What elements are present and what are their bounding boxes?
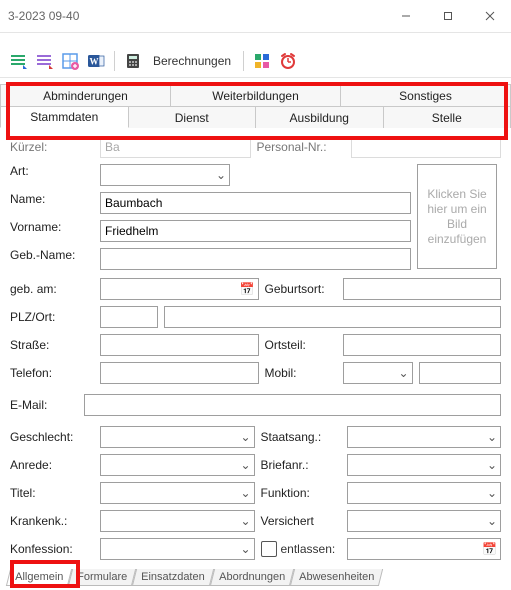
toolbar-separator [243, 51, 244, 71]
title-bar: 3-2023 09-40 [0, 0, 511, 33]
chevron-down-icon: ⌄ [240, 542, 250, 556]
label-telefon: Telefon: [10, 366, 90, 380]
chevron-down-icon: ⌄ [240, 514, 250, 528]
calendar-icon: 📅 [482, 542, 497, 556]
input-mobil[interactable] [419, 362, 502, 384]
minimize-button[interactable] [385, 0, 427, 32]
input-geburtsort[interactable] [343, 278, 502, 300]
tab-stammdaten[interactable]: Stammdaten [0, 106, 129, 128]
label-strasse: Straße: [10, 338, 90, 352]
label-krankenk: Krankenk.: [10, 514, 90, 528]
tiles-icon[interactable] [252, 51, 272, 71]
label-versichert: Versichert [261, 514, 341, 528]
tab-abminderungen[interactable]: Abminderungen [0, 84, 171, 106]
checkbox-icon [261, 541, 277, 557]
date-entlassen[interactable]: 📅 [347, 538, 502, 560]
label-anrede: Anrede: [10, 458, 90, 472]
tab-stelle[interactable]: Stelle [383, 106, 511, 128]
btab-formulare[interactable]: Formulare [68, 569, 136, 586]
tab-dienst[interactable]: Dienst [128, 106, 257, 128]
calc-button-label[interactable]: Berechnungen [149, 54, 235, 68]
window-controls [385, 0, 511, 32]
chevron-down-icon: ⌄ [487, 514, 497, 528]
upper-tabs: Abminderungen Weiterbildungen Sonstiges … [0, 78, 511, 128]
input-name[interactable] [100, 192, 411, 214]
chevron-down-icon: ⌄ [216, 168, 226, 182]
label-staatsang: Staatsang.: [261, 430, 341, 444]
list1-icon[interactable] [8, 51, 28, 71]
label-gebname: Geb.-Name: [10, 248, 90, 262]
input-vorname[interactable] [100, 220, 411, 242]
label-gebam: geb. am: [10, 282, 90, 296]
list2-icon[interactable] [34, 51, 54, 71]
label-name: Name: [10, 192, 90, 206]
btab-einsatzdaten[interactable]: Einsatzdaten [132, 569, 214, 586]
label-titel: Titel: [10, 486, 90, 500]
window-title: 3-2023 09-40 [8, 9, 79, 23]
input-email[interactable] [84, 394, 501, 416]
bottom-tabs: Allgemein Formulare Einsatzdaten Abordnu… [8, 566, 381, 586]
label-geburtsort: Geburtsort: [265, 282, 345, 296]
chevron-down-icon: ⌄ [487, 430, 497, 444]
tab-sonstiges[interactable]: Sonstiges [340, 84, 511, 106]
chevron-down-icon: ⌄ [240, 486, 250, 500]
calendar-icon: 📅 [240, 282, 255, 296]
combo-versichert[interactable]: ⌄ [347, 510, 502, 532]
label-funktion: Funktion: [261, 486, 341, 500]
alarm-icon[interactable] [278, 51, 298, 71]
btab-abordnungen[interactable]: Abordnungen [210, 569, 294, 586]
chevron-down-icon: ⌄ [240, 430, 250, 444]
input-telefon[interactable] [100, 362, 259, 384]
input-plz[interactable] [100, 306, 158, 328]
label-personalnr: Personal-Nr.: [257, 140, 337, 154]
label-art: Art: [10, 164, 90, 178]
calculator-icon[interactable] [123, 51, 143, 71]
combo-funktion[interactable]: ⌄ [347, 482, 502, 504]
combo-mobil-prefix[interactable]: ⌄ [343, 362, 413, 384]
tab-weiterbildungen[interactable]: Weiterbildungen [170, 84, 341, 106]
combo-staatsang[interactable]: ⌄ [347, 426, 502, 448]
input-ort[interactable] [164, 306, 501, 328]
label-mobil: Mobil: [265, 366, 345, 380]
chevron-down-icon: ⌄ [398, 366, 408, 380]
label-konfession: Konfession: [10, 542, 90, 556]
combo-anrede[interactable]: ⌄ [100, 454, 255, 476]
combo-konfession[interactable]: ⌄ [100, 538, 255, 560]
chevron-down-icon: ⌄ [487, 486, 497, 500]
combo-geschlecht[interactable]: ⌄ [100, 426, 255, 448]
chevron-down-icon: ⌄ [487, 458, 497, 472]
form-stammdaten: Kürzel: Personal-Nr.: Art: ⌄ Klicken Sie… [0, 128, 511, 560]
label-vorname: Vorname: [10, 220, 90, 234]
input-kuerzel[interactable] [100, 136, 251, 158]
input-ortsteil[interactable] [343, 334, 502, 356]
label-entlassen: entlassen: [281, 542, 336, 556]
word-icon[interactable]: W [86, 51, 106, 71]
label-plzort: PLZ/Ort: [10, 310, 90, 324]
btab-allgemein[interactable]: Allgemein [6, 569, 73, 586]
input-strasse[interactable] [100, 334, 259, 356]
toolbar-separator [114, 51, 115, 71]
btab-abwesenheiten[interactable]: Abwesenheiten [290, 569, 383, 586]
combo-krankenk[interactable]: ⌄ [100, 510, 255, 532]
photo-placeholder[interactable]: Klicken Sie hier um ein Bild einzufügen [417, 164, 497, 269]
date-gebam[interactable]: 📅 [100, 278, 259, 300]
combo-briefanr[interactable]: ⌄ [347, 454, 502, 476]
label-email: E-Mail: [10, 398, 78, 412]
toolbar: W Berechnungen [0, 45, 511, 78]
label-briefanr: Briefanr.: [261, 458, 341, 472]
checkbox-entlassen[interactable]: entlassen: [261, 541, 341, 557]
grid-plus-icon[interactable] [60, 51, 80, 71]
chevron-down-icon: ⌄ [240, 458, 250, 472]
combo-titel[interactable]: ⌄ [100, 482, 255, 504]
tab-ausbildung[interactable]: Ausbildung [255, 106, 384, 128]
input-personalnr[interactable] [351, 136, 502, 158]
input-gebname[interactable] [100, 248, 411, 270]
label-geschlecht: Geschlecht: [10, 430, 90, 444]
maximize-button[interactable] [427, 0, 469, 32]
combo-art[interactable]: ⌄ [100, 164, 230, 186]
svg-text:W: W [90, 57, 99, 67]
label-ortsteil: Ortsteil: [265, 338, 345, 352]
close-button[interactable] [469, 0, 511, 32]
label-kuerzel: Kürzel: [10, 140, 90, 154]
